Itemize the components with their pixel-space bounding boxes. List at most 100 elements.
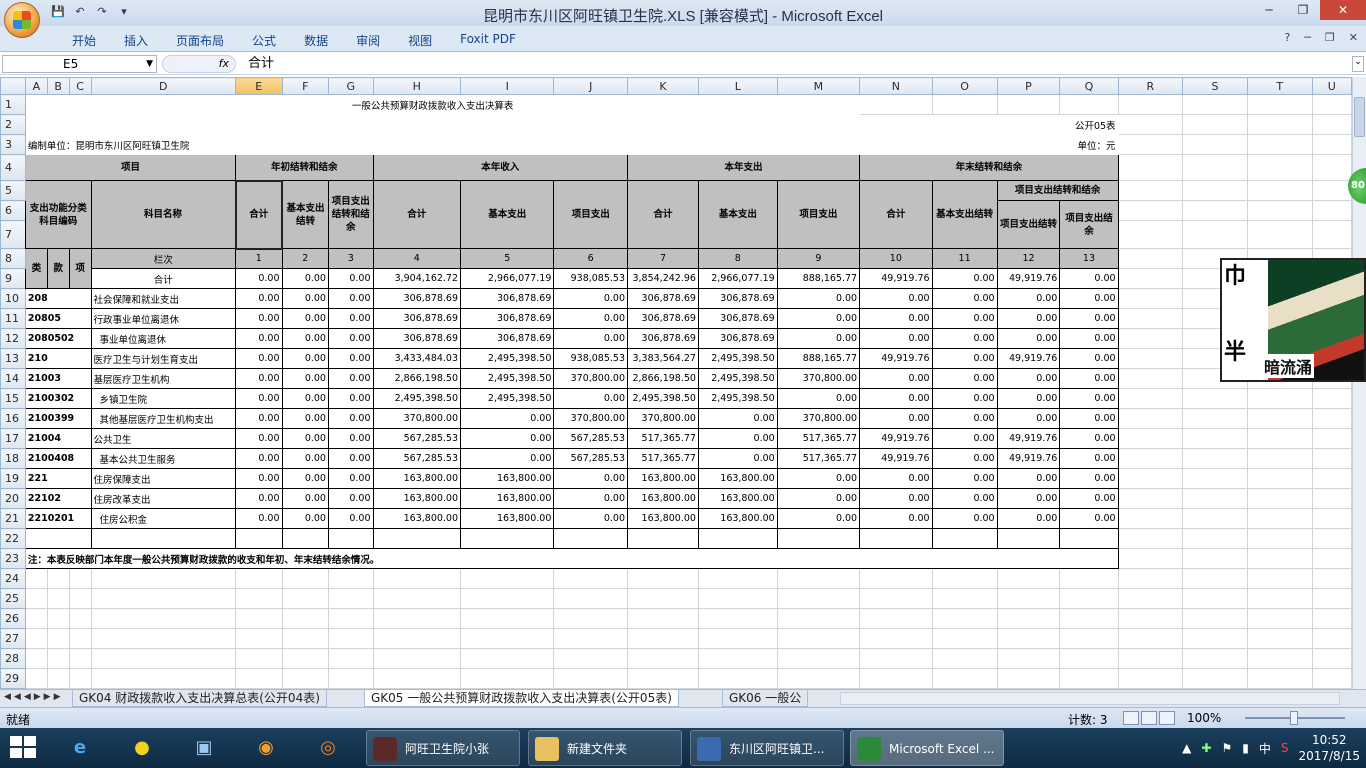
cell[interactable] <box>281 608 329 629</box>
cell[interactable] <box>1117 428 1184 449</box>
cell[interactable] <box>1246 114 1313 135</box>
cell[interactable] <box>90 608 237 629</box>
cell[interactable] <box>697 588 778 609</box>
cell[interactable] <box>1117 288 1184 309</box>
amount[interactable]: 0.00 <box>996 288 1061 309</box>
function-code[interactable]: 2100399 <box>24 408 92 429</box>
amount[interactable]: 0.00 <box>235 388 283 409</box>
show-hidden-icons-icon[interactable]: ▲ <box>1182 741 1191 755</box>
cell[interactable] <box>1246 180 1313 201</box>
amount[interactable]: 2,866,198.50 <box>627 368 699 389</box>
total-value[interactable]: 2,966,077.19 <box>697 268 778 289</box>
cell[interactable] <box>553 528 629 549</box>
function-code[interactable]: 221 <box>24 468 92 489</box>
cell[interactable] <box>1246 134 1313 155</box>
sheet-tab[interactable]: GK04 财政拨款收入支出决算总表(公开04表) <box>72 690 327 707</box>
cell[interactable] <box>996 588 1061 609</box>
cell[interactable] <box>1059 588 1119 609</box>
cell[interactable] <box>931 668 998 689</box>
cell[interactable] <box>859 588 933 609</box>
cell[interactable] <box>24 628 48 649</box>
amount[interactable]: 49,919.76 <box>859 448 933 469</box>
amount[interactable]: 0.00 <box>553 328 629 349</box>
cell[interactable] <box>553 648 629 669</box>
cell[interactable] <box>1311 220 1352 249</box>
taskbar-task[interactable]: 东川区阿旺镇卫... <box>690 730 844 766</box>
amount[interactable]: 0.00 <box>1059 428 1119 449</box>
office-button[interactable] <box>4 2 40 38</box>
amount[interactable]: 0.00 <box>235 308 283 329</box>
cell[interactable] <box>1117 134 1184 155</box>
cell[interactable] <box>68 648 92 669</box>
cell[interactable] <box>1117 608 1184 629</box>
row-header[interactable]: 4 <box>0 154 26 181</box>
cell[interactable] <box>1311 154 1352 181</box>
amount[interactable]: 0.00 <box>327 288 374 309</box>
cell[interactable] <box>1117 248 1184 269</box>
cell[interactable] <box>1059 568 1119 589</box>
header-end-total[interactable]: 合计 <box>859 180 933 249</box>
cell[interactable] <box>1117 548 1184 569</box>
ie-icon[interactable]: e <box>60 732 100 764</box>
amount[interactable]: 0.00 <box>327 448 374 469</box>
amount[interactable]: 163,800.00 <box>697 488 778 509</box>
cell[interactable] <box>627 588 699 609</box>
sheet-tab[interactable]: GK05 一般公共预算财政拨款收入支出决算表(公开05表) <box>364 690 679 707</box>
row-header[interactable]: 22 <box>0 528 26 549</box>
cell[interactable] <box>1311 134 1352 155</box>
cell[interactable] <box>90 528 237 549</box>
amount[interactable]: 0.00 <box>460 428 555 449</box>
cell[interactable] <box>372 668 462 689</box>
cell[interactable] <box>1311 608 1352 629</box>
row-header[interactable]: 25 <box>0 588 26 609</box>
amount[interactable]: 163,800.00 <box>460 488 555 509</box>
amount[interactable]: 2,866,198.50 <box>372 368 462 389</box>
amount[interactable]: 370,800.00 <box>627 408 699 429</box>
amount[interactable]: 0.00 <box>235 508 283 529</box>
cell[interactable] <box>1117 200 1184 221</box>
cell[interactable] <box>46 668 70 689</box>
cell[interactable] <box>460 608 555 629</box>
row-header[interactable]: 18 <box>0 448 26 469</box>
amount[interactable]: 163,800.00 <box>372 508 462 529</box>
cell[interactable] <box>68 588 92 609</box>
amount[interactable]: 0.00 <box>281 488 329 509</box>
cell[interactable] <box>996 608 1061 629</box>
cell[interactable] <box>24 648 48 669</box>
amount[interactable]: 517,365.77 <box>776 428 861 449</box>
amount[interactable]: 0.00 <box>996 508 1061 529</box>
amount[interactable]: 0.00 <box>327 508 374 529</box>
cell[interactable] <box>281 588 329 609</box>
cell[interactable] <box>776 568 861 589</box>
cell[interactable] <box>46 628 70 649</box>
total-value[interactable]: 888,165.77 <box>776 268 861 289</box>
amount[interactable]: 0.00 <box>931 308 998 329</box>
amount[interactable]: 0.00 <box>553 468 629 489</box>
cell[interactable] <box>235 568 283 589</box>
subject-name[interactable]: 基层医疗卫生机构 <box>90 368 237 389</box>
ribbon-tab[interactable]: 数据 <box>290 32 342 49</box>
amount[interactable]: 0.00 <box>1059 408 1119 429</box>
scroll-thumb[interactable] <box>1354 97 1365 137</box>
cell[interactable] <box>1182 668 1248 689</box>
cell[interactable] <box>697 628 778 649</box>
amount[interactable]: 306,878.69 <box>627 308 699 329</box>
cell[interactable] <box>1182 220 1248 249</box>
sheet-nav-arrows[interactable]: ◀◀◀▶▶▶ <box>4 692 64 702</box>
function-code[interactable]: 210 <box>24 348 92 369</box>
cell[interactable] <box>1182 448 1248 469</box>
cell[interactable] <box>1117 568 1184 589</box>
cell[interactable] <box>24 608 48 629</box>
cell[interactable] <box>1311 548 1352 569</box>
amount[interactable]: 163,800.00 <box>372 488 462 509</box>
header-subject-name[interactable]: 科目名称 <box>90 180 237 249</box>
amount[interactable]: 370,800.00 <box>553 408 629 429</box>
cell[interactable] <box>46 648 70 669</box>
cell[interactable] <box>1059 528 1119 549</box>
row-header[interactable]: 23 <box>0 548 26 569</box>
column-header[interactable]: N <box>859 77 933 95</box>
cell[interactable] <box>553 568 629 589</box>
function-code[interactable]: 22102 <box>24 488 92 509</box>
subject-name[interactable]: 住房改革支出 <box>90 488 237 509</box>
cell[interactable] <box>859 628 933 649</box>
